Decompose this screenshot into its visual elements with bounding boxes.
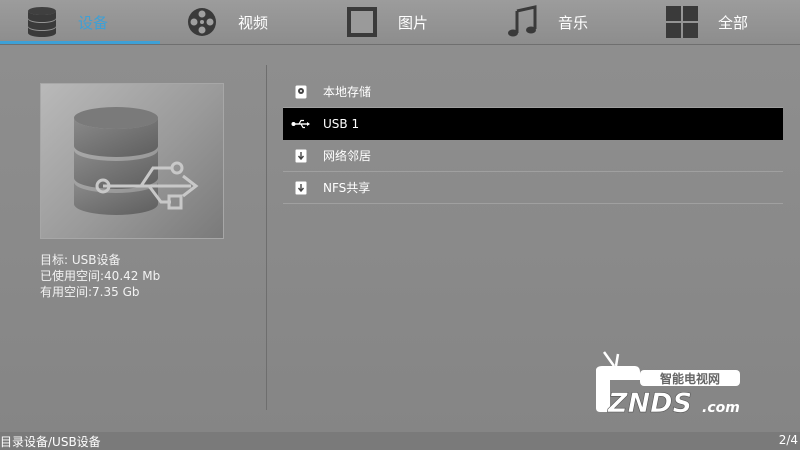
- device-preview: [40, 83, 224, 239]
- tab-devices-label: 设备: [78, 13, 109, 32]
- database-icon: [22, 4, 62, 40]
- breadcrumb: 目录设备/USB设备: [0, 435, 101, 449]
- list-item-label: NFS共享: [323, 181, 371, 195]
- list-item-usb1[interactable]: USB 1: [283, 108, 783, 140]
- usb-database-icon: [74, 107, 199, 215]
- target-text: 目标: USB设备: [40, 253, 121, 267]
- svg-text:智能电视网: 智能电视网: [659, 371, 720, 386]
- list-item-network[interactable]: 网络邻居: [283, 140, 783, 172]
- tab-all-label: 全部: [718, 13, 749, 32]
- hard-drive-icon: [287, 85, 315, 99]
- nfs-share-icon: [287, 181, 315, 195]
- tab-video[interactable]: 视频: [182, 0, 268, 44]
- list-item-label: USB 1: [323, 116, 360, 131]
- list-item-local-storage[interactable]: 本地存储: [283, 76, 783, 108]
- used-space-text: 已使用空间:40.42 Mb: [40, 269, 161, 283]
- tab-devices[interactable]: 设备: [22, 0, 108, 44]
- free-space-text: 有用空间:7.35 Gb: [40, 285, 140, 299]
- tab-pictures-label: 图片: [398, 13, 429, 32]
- film-reel-icon: [182, 4, 222, 40]
- status-bar: 目录设备/USB设备 2/4: [0, 432, 800, 450]
- tab-video-label: 视频: [238, 13, 269, 32]
- usb-icon: [287, 119, 315, 129]
- svg-text:.com: .com: [702, 400, 740, 416]
- list-item-label: 本地存储: [323, 85, 372, 99]
- grid-icon: [662, 4, 702, 40]
- znds-watermark-logo: 智能电视网 ZNDS .com: [596, 351, 740, 419]
- list-item-label: 网络邻居: [323, 149, 372, 163]
- tab-all[interactable]: 全部: [662, 0, 748, 44]
- device-list: 本地存储 USB 1 网络邻居 NFS共享: [283, 76, 783, 204]
- tab-music[interactable]: 音乐: [502, 0, 588, 44]
- page-indicator: 2/4: [778, 433, 798, 447]
- tab-music-label: 音乐: [558, 13, 589, 32]
- list-item-nfs[interactable]: NFS共享: [283, 172, 783, 204]
- device-info: 目标: USB设备 已使用空间:40.42 Mb 有用空间:7.35 Gb: [40, 252, 160, 300]
- category-tab-bar: 设备 视频 图片 音乐 全部: [0, 0, 800, 44]
- network-share-icon: [287, 149, 315, 163]
- panel-divider: [266, 65, 267, 410]
- main-panel: 目标: USB设备 已使用空间:40.42 Mb 有用空间:7.35 Gb 本地…: [0, 45, 800, 432]
- picture-frame-icon: [342, 4, 382, 40]
- tab-pictures[interactable]: 图片: [342, 0, 428, 44]
- svg-text:ZNDS: ZNDS: [607, 388, 692, 419]
- music-note-icon: [502, 4, 542, 40]
